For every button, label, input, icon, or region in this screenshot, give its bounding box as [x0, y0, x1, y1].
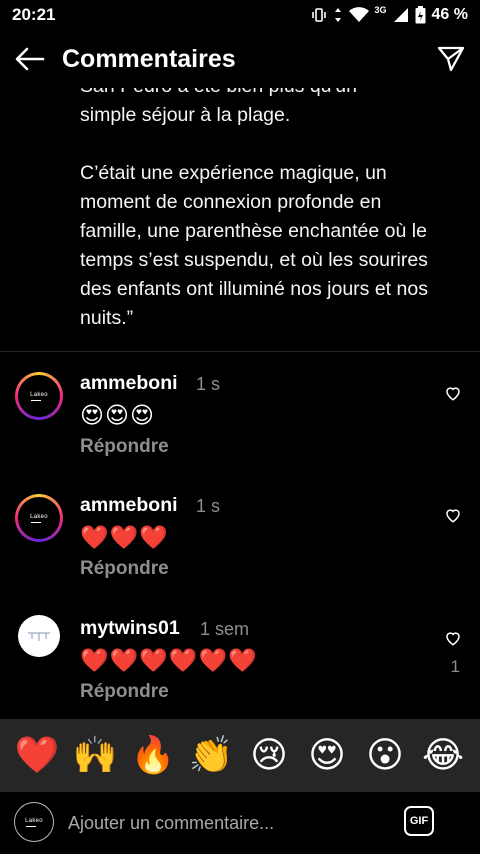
comment-input[interactable]	[68, 808, 378, 838]
avatar-logo: Lakeo	[25, 817, 43, 824]
comment-item: Lakeo ammeboni 1 s 😍😍😍 Répondre	[0, 370, 480, 480]
comment-text: 😍😍😍	[80, 402, 155, 428]
signal-icon	[393, 8, 408, 22]
arrow-left-icon	[15, 47, 45, 71]
comment-username[interactable]: ammeboni	[80, 494, 178, 517]
avatar[interactable]: Lakeo	[15, 372, 63, 420]
comment-item: Lakeo ammeboni 1 s ❤️❤️❤️ Répondre	[0, 492, 480, 602]
avatar[interactable]	[18, 615, 60, 657]
avatar[interactable]: Lakeo	[15, 494, 63, 542]
status-bar: 20:21 3G 46 %	[0, 0, 480, 30]
reply-button[interactable]: Répondre	[80, 558, 169, 580]
comment-time: 1 s	[196, 496, 221, 516]
reply-button[interactable]: Répondre	[80, 436, 169, 458]
reaction-heart-eyes[interactable]: 😍	[301, 737, 353, 773]
avatar-logo: Lakeo	[30, 391, 48, 398]
avatar-logo: Lakeo	[30, 513, 48, 520]
heart-icon[interactable]	[444, 506, 462, 524]
comment-time: 1 s	[196, 374, 221, 394]
heart-icon[interactable]	[444, 384, 462, 402]
reply-button[interactable]: Répondre	[80, 681, 169, 703]
reaction-bar: ❤️ 🙌 🔥 👏 😢 😍 😮 😂	[0, 719, 480, 791]
data-arrows-icon	[334, 8, 341, 22]
wifi-icon	[348, 7, 369, 22]
comment-text: ❤️❤️❤️	[80, 524, 169, 550]
reaction-clap[interactable]: 👏	[185, 737, 237, 773]
vibrate-icon	[311, 8, 326, 22]
caption-text: San Pedro a été bien plus qu'un simple s…	[80, 75, 428, 329]
send-icon	[437, 46, 465, 72]
reaction-laughing[interactable]: 😂	[417, 737, 469, 773]
user-avatar: Lakeo	[14, 802, 54, 842]
heart-icon[interactable]	[444, 629, 462, 647]
gif-button[interactable]: GIF	[404, 806, 434, 836]
header: Commentaires	[0, 30, 480, 88]
page-title: Commentaires	[62, 44, 236, 73]
status-time: 20:21	[12, 5, 56, 24]
status-icons: 3G 46 %	[311, 5, 468, 24]
comment-input-bar: Lakeo GIF	[0, 791, 480, 854]
battery-level: 46 %	[431, 6, 468, 23]
comment-item: mytwins01 1 sem ❤️❤️❤️❤️❤️❤️ Répondre 1	[0, 615, 480, 725]
comment-username[interactable]: ammeboni	[80, 372, 178, 395]
reaction-fire[interactable]: 🔥	[127, 737, 179, 773]
reaction-raised-hands[interactable]: 🙌	[69, 737, 121, 773]
comment-time: 1 sem	[200, 619, 250, 639]
battery-icon	[415, 6, 426, 24]
network-type: 3G	[374, 5, 387, 15]
reaction-crying[interactable]: 😢	[243, 737, 295, 773]
like-count: 1	[450, 657, 460, 676]
avatar-image-icon	[28, 632, 50, 641]
comment-username[interactable]: mytwins01	[80, 617, 180, 640]
share-button[interactable]	[422, 30, 480, 88]
caption-area: San Pedro a été bien plus qu'un simple s…	[0, 60, 480, 352]
reaction-surprised[interactable]: 😮	[359, 737, 411, 773]
comment-text: ❤️❤️❤️❤️❤️❤️	[80, 647, 258, 673]
back-button[interactable]	[0, 30, 60, 88]
reaction-heart[interactable]: ❤️	[11, 737, 63, 773]
